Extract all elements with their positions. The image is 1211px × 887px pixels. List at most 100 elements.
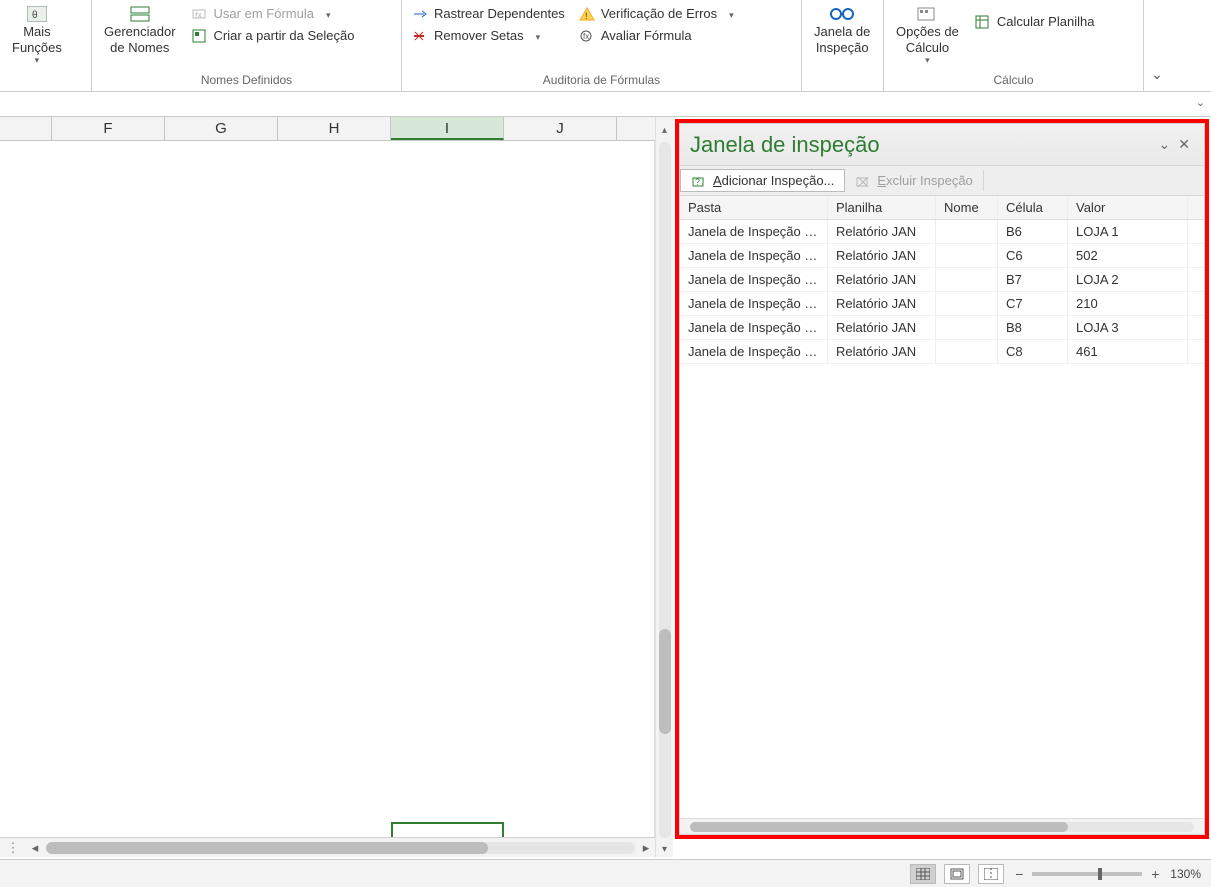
cell-valor: LOJA 1 [1068,220,1188,243]
watch-row[interactable]: Janela de Inspeção (IN...Relatório JANB8… [680,316,1204,340]
svg-text:!: ! [585,11,588,21]
cell-nome [936,244,998,267]
watch-window-toolbar: ? Adicionar Inspeção... Excluir Inspeção [680,166,1204,196]
trace-dependents-icon [412,7,428,21]
status-bar: − + 130% [0,859,1211,887]
scroll-down-icon[interactable]: ▾ [662,842,667,857]
add-watch-button[interactable]: ? Adicionar Inspeção... [680,169,845,192]
watch-row[interactable]: Janela de Inspeção (IN...Relatório JANC8… [680,340,1204,364]
calcular-planilha-button[interactable]: Calcular Planilha [971,12,1099,31]
col-celula[interactable]: Célula [998,196,1068,219]
ribbon-collapse-button[interactable]: ⌄ [1144,0,1170,91]
formula-bar-expand-icon[interactable]: ⌄ [1196,96,1205,109]
add-watch-icon: ? [691,174,707,188]
col-header-J[interactable]: J [504,117,617,140]
column-headers: F G H I J [0,117,655,141]
zoom-value[interactable]: 130% [1170,867,1201,881]
cell-planilha: Relatório JAN [828,268,936,291]
cell-planilha: Relatório JAN [828,340,936,363]
cell-planilha: Relatório JAN [828,244,936,267]
remover-setas-button[interactable]: Remover Setas [408,26,569,45]
delete-watch-label: xcluir Inspeção [886,173,973,188]
hscroll-track[interactable] [46,842,635,854]
grid-view-icon [916,868,930,880]
janela-inspecao-button[interactable]: Janela de Inspeção [808,2,876,57]
mais-funcoes-button[interactable]: θ Mais Funções ▾ [6,2,68,68]
cell-pasta: Janela de Inspeção (IN... [680,292,828,315]
vscroll-thumb[interactable] [659,629,671,733]
col-header-F[interactable]: F [52,117,165,140]
cell-valor: 502 [1068,244,1188,267]
delete-watch-icon [855,174,871,188]
cell-nome [936,292,998,315]
delete-watch-button[interactable]: Excluir Inspeção [845,170,983,191]
error-check-icon: ! [579,7,595,21]
scroll-left-icon[interactable]: ◂ [26,840,44,856]
cell-valor: LOJA 3 [1068,316,1188,339]
watch-row[interactable]: Janela de Inspeção (IN...Relatório JANC7… [680,292,1204,316]
scroll-up-icon[interactable]: ▴ [662,123,667,138]
create-from-selection-icon [192,29,208,43]
col-valor[interactable]: Valor [1068,196,1188,219]
cell-nome [936,268,998,291]
calculate-sheet-icon [975,15,991,29]
cell-celula: B6 [998,220,1068,243]
cell-nome [936,316,998,339]
active-cell-selection [391,822,504,837]
col-header-I[interactable]: I [391,117,504,140]
view-page-layout-button[interactable] [944,864,970,884]
sheet-vertical-scrollbar[interactable]: ▴ ▾ [655,117,673,857]
hscroll-thumb[interactable] [46,842,488,854]
zoom-in-button[interactable]: + [1148,866,1162,882]
view-page-break-button[interactable] [978,864,1004,884]
watch-table-header: Pasta Planilha Nome Célula Valor [680,196,1204,220]
formula-bar[interactable]: ⌄ [0,92,1211,117]
cell-pasta: Janela de Inspeção (IN... [680,268,828,291]
zoom-thumb[interactable] [1098,868,1102,880]
col-planilha[interactable]: Planilha [828,196,936,219]
col-pasta[interactable]: Pasta [680,196,828,219]
view-normal-button[interactable] [910,864,936,884]
grid-cells[interactable] [0,141,655,837]
svg-text:fx: fx [583,32,589,41]
watch-row[interactable]: Janela de Inspeção (IN...Relatório JANB6… [680,220,1204,244]
col-header-G[interactable]: G [165,117,278,140]
gerenciador-nomes-button[interactable]: Gerenciador de Nomes [98,2,182,57]
zoom-out-button[interactable]: − [1012,866,1026,882]
usar-em-formula-button[interactable]: fx Usar em Fórmula [188,4,359,23]
watch-row[interactable]: Janela de Inspeção (IN...Relatório JAN C6… [680,244,1204,268]
cell-celula: C7 [998,292,1068,315]
svg-text:θ: θ [32,10,38,21]
worksheet-area: F G H I J ⋮ ◂ ▸ [0,117,655,857]
verificacao-erros-button[interactable]: ! Verificação de Erros [575,4,738,23]
col-nome[interactable]: Nome [936,196,998,219]
cell-celula: C6 [998,244,1068,267]
chevron-down-icon [320,6,331,21]
page-break-icon [984,868,998,880]
watch-row[interactable]: Janela de Inspeção (IN...Relatório JANB7… [680,268,1204,292]
cell-valor: LOJA 2 [1068,268,1188,291]
chevron-down-icon [723,6,734,21]
col-header-H[interactable]: H [278,117,391,140]
avaliar-formula-button[interactable]: fx Avaliar Fórmula [575,26,738,45]
cell-pasta: Janela de Inspeção (IN... [680,244,828,267]
calc-options-icon [911,4,943,24]
watch-window-pane: Janela de inspeção ⌄ ✕ ? Adicionar Inspe… [673,117,1211,857]
sheet-tab-handle-icon[interactable]: ⋮ [0,840,26,856]
cell-pasta: Janela de Inspeção (IN... [680,220,828,243]
criar-a-partir-selecao-button[interactable]: Criar a partir da Seleção [188,26,359,45]
cell-pasta: Janela de Inspeção (IN... [680,316,828,339]
opcoes-calculo-button[interactable]: Opções de Cálculo ▾ [890,2,965,68]
watch-horizontal-scrollbar[interactable] [680,818,1204,834]
group-label-auditoria: Auditoria de Fórmulas [408,71,795,89]
vscroll-track[interactable] [659,142,671,838]
scroll-right-icon[interactable]: ▸ [637,840,655,856]
watch-window-close-icon[interactable]: ✕ [1174,136,1194,153]
rastrear-dependentes-button[interactable]: Rastrear Dependentes [408,4,569,23]
zoom-slider[interactable]: − + [1012,866,1162,882]
watch-hscroll-thumb[interactable] [690,822,1068,832]
zoom-track[interactable] [1032,872,1142,876]
watch-window-title: Janela de inspeção [690,132,1155,158]
watch-window-dropdown-icon[interactable]: ⌄ [1155,136,1175,153]
sheet-horizontal-scrollbar[interactable]: ⋮ ◂ ▸ [0,837,655,857]
